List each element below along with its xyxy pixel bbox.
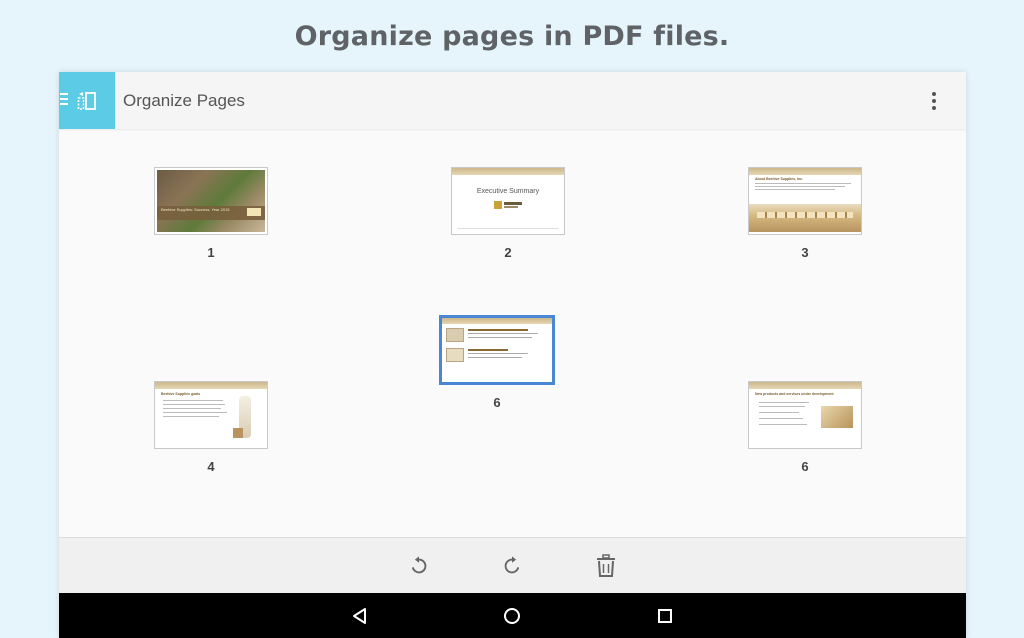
page-number: 1 (207, 245, 215, 260)
system-navigation-bar (59, 593, 966, 638)
more-vert-icon[interactable] (922, 89, 946, 113)
app-title: Organize Pages (123, 90, 245, 110)
page-number: 4 (207, 459, 215, 474)
page-thumbnail[interactable]: About Beehive Supplies, Inc. (748, 167, 862, 235)
page-thumbnail-item[interactable]: About Beehive Supplies, Inc. 3 (748, 167, 862, 260)
page-thumbnail-item-selected[interactable]: 6 (439, 315, 555, 410)
thumb-caption: About Beehive Supplies, Inc. (755, 177, 804, 181)
trash-icon (597, 554, 615, 577)
page-number: 6 (493, 395, 501, 410)
page-thumbnail[interactable]: New products and services under developm… (748, 381, 862, 449)
thumb-caption: New products and services under developm… (755, 392, 834, 396)
hamburger-icon (60, 93, 68, 105)
page-thumbnail[interactable]: Beehive Supplies: Success, Year 2015 (154, 167, 268, 235)
thumb-caption: Beehive Supplies goals (161, 392, 201, 396)
nav-drawer-button[interactable] (59, 72, 115, 129)
page-grid: Beehive Supplies: Success, Year 2015 1 E… (59, 129, 966, 537)
home-circle-icon[interactable] (499, 603, 525, 629)
organize-pages-icon (77, 91, 96, 110)
promo-title: Organize pages in PDF files. (294, 20, 730, 52)
page-thumbnail[interactable] (439, 315, 555, 385)
thumb-caption: Executive Summary (476, 188, 540, 195)
page-thumbnail-item[interactable]: Beehive Supplies goals 4 (154, 381, 268, 474)
page-thumbnail[interactable]: Beehive Supplies goals (154, 381, 268, 449)
thumb-caption: Beehive Supplies: Success, Year 2015 (161, 207, 230, 212)
page-number: 3 (801, 245, 809, 260)
page-number: 6 (801, 459, 809, 474)
page-thumbnail-item[interactable]: Executive Summary 2 (451, 167, 565, 260)
delete-button[interactable] (582, 542, 630, 590)
app-bar: Organize Pages (59, 72, 966, 129)
rotate-left-icon (411, 556, 427, 574)
recents-square-icon[interactable] (652, 603, 678, 629)
rotate-left-button[interactable] (395, 542, 443, 590)
page-number: 2 (504, 245, 512, 260)
page-thumbnail-item[interactable]: Beehive Supplies: Success, Year 2015 1 (154, 167, 268, 260)
rotate-right-icon (504, 556, 520, 574)
page-thumbnail[interactable]: Executive Summary (451, 167, 565, 235)
device-screen: Organize Pages Beehive Supplies: Success… (59, 72, 966, 638)
page-thumbnail-item[interactable]: New products and services under developm… (748, 381, 862, 474)
rotate-right-button[interactable] (488, 542, 536, 590)
back-triangle-icon[interactable] (347, 603, 373, 629)
bottom-toolbar (59, 537, 966, 593)
